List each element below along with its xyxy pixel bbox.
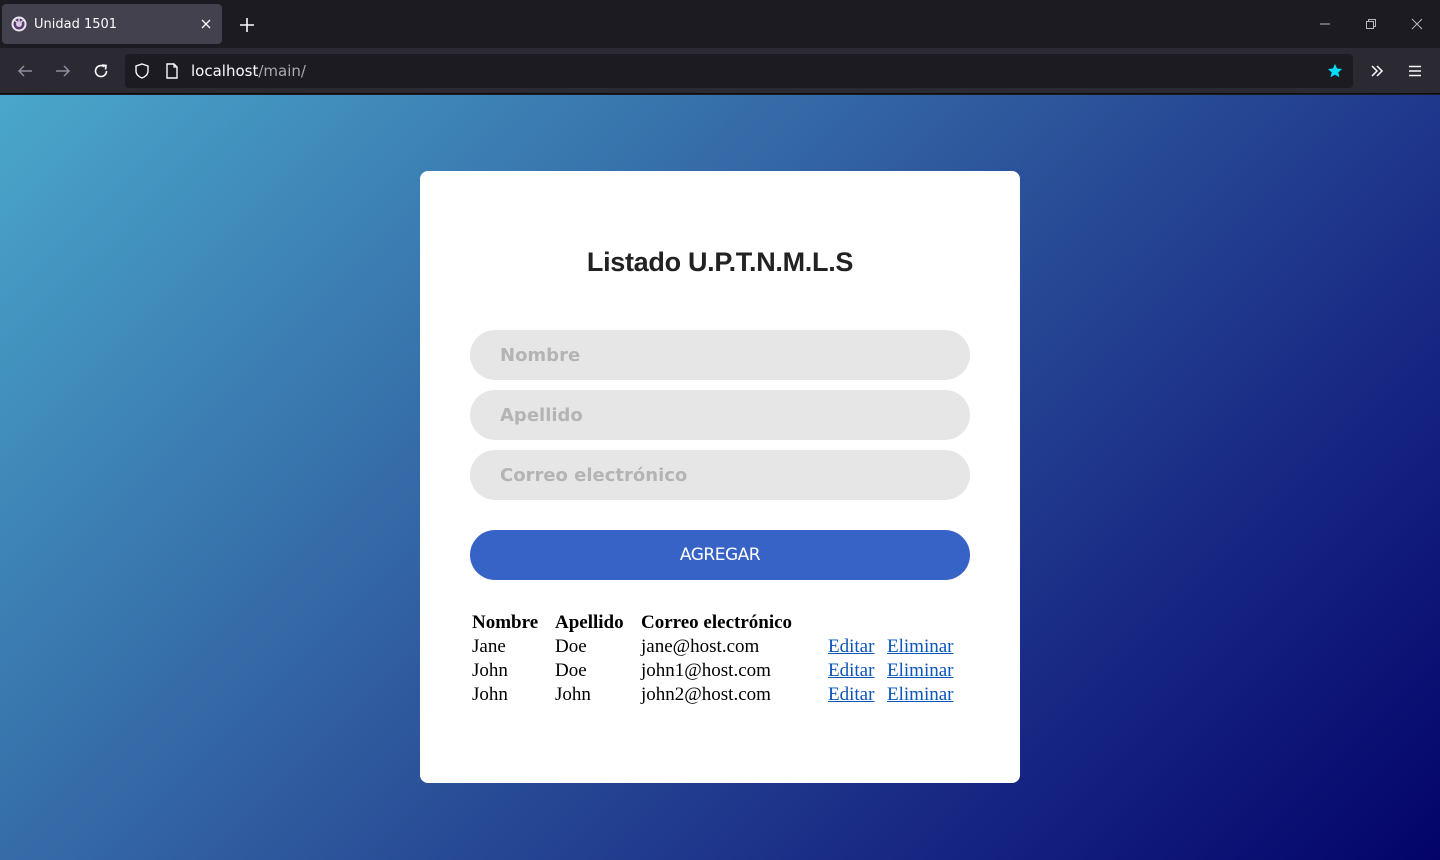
forward-arrow-icon[interactable]: [51, 59, 75, 83]
tab-title: Unidad 1501: [34, 16, 118, 32]
cell-edit: Editar: [828, 635, 885, 659]
delete-link[interactable]: Eliminar: [887, 660, 953, 681]
bookmark-star-icon[interactable]: [1327, 63, 1343, 79]
apellido-input[interactable]: [470, 390, 970, 440]
edit-link[interactable]: Editar: [828, 660, 874, 681]
address-bar[interactable]: localhost/main/: [125, 54, 1353, 88]
page-background: Listado U.P.T.N.M.L.S AGREGAR Nombre Ape…: [0, 95, 1440, 860]
site-favicon-icon: [11, 16, 27, 32]
tab-close-icon[interactable]: [198, 16, 214, 32]
nombre-input[interactable]: [470, 330, 970, 380]
cell-nombre: John: [472, 660, 508, 681]
hamburger-menu-icon[interactable]: [1403, 59, 1427, 83]
minimize-window-icon[interactable]: [1315, 14, 1335, 34]
url-text[interactable]: localhost/main/: [191, 62, 306, 80]
restore-window-icon[interactable]: [1361, 14, 1381, 34]
edit-link[interactable]: Editar: [828, 684, 874, 705]
page-title: Listado U.P.T.N.M.L.S: [586, 247, 854, 277]
cell-apellido: Doe: [555, 660, 587, 681]
cell-delete: Eliminar: [887, 659, 957, 683]
browser-tab[interactable]: Unidad 1501: [2, 4, 222, 44]
edit-link[interactable]: Editar: [828, 636, 874, 657]
url-path: /main/: [258, 62, 306, 80]
cell-nombre: John: [472, 684, 508, 705]
url-host: localhost: [191, 62, 259, 80]
cell-edit: Editar: [828, 659, 885, 683]
email-input[interactable]: [470, 450, 970, 500]
tracking-protection-shield-icon[interactable]: [134, 63, 150, 79]
cell-edit: Editar: [828, 683, 885, 707]
cell-correo: john1@host.com: [641, 660, 771, 681]
table-row: Jane Doe jane@host.com Editar Eliminar: [472, 635, 957, 659]
back-arrow-icon[interactable]: [13, 59, 37, 83]
header-correo: Correo electrónico: [641, 612, 793, 633]
agregar-button[interactable]: AGREGAR: [470, 530, 970, 580]
cell-delete: Eliminar: [887, 683, 957, 707]
cell-apellido: Doe: [555, 636, 587, 657]
table-row: John John john2@host.com Editar Eliminar: [472, 683, 957, 707]
table-header-row: Nombre Apellido Correo electrónico: [472, 611, 957, 635]
new-tab-plus-icon[interactable]: [236, 14, 258, 36]
cell-delete: Eliminar: [887, 635, 957, 659]
header-nombre: Nombre: [472, 612, 539, 633]
delete-link[interactable]: Eliminar: [887, 636, 953, 657]
cell-apellido: John: [555, 684, 591, 705]
form-card: Listado U.P.T.N.M.L.S AGREGAR Nombre Ape…: [420, 171, 1020, 783]
header-edit-spacer: [828, 611, 885, 635]
header-delete-spacer: [887, 611, 957, 635]
cell-correo: jane@host.com: [641, 636, 760, 657]
header-apellido: Apellido: [555, 612, 624, 633]
browser-toolbar: localhost/main/: [0, 48, 1440, 94]
cell-correo: john2@host.com: [641, 684, 771, 705]
users-table: Nombre Apellido Correo electrónico Jane …: [470, 611, 959, 707]
close-window-icon[interactable]: [1407, 14, 1427, 34]
cell-nombre: Jane: [472, 636, 506, 657]
page-info-icon[interactable]: [164, 63, 180, 79]
overflow-chevron-icon[interactable]: [1365, 59, 1389, 83]
table-row: John Doe john1@host.com Editar Eliminar: [472, 659, 957, 683]
browser-tab-bar: Unidad 1501: [0, 0, 1440, 48]
delete-link[interactable]: Eliminar: [887, 684, 953, 705]
reload-icon[interactable]: [89, 59, 113, 83]
